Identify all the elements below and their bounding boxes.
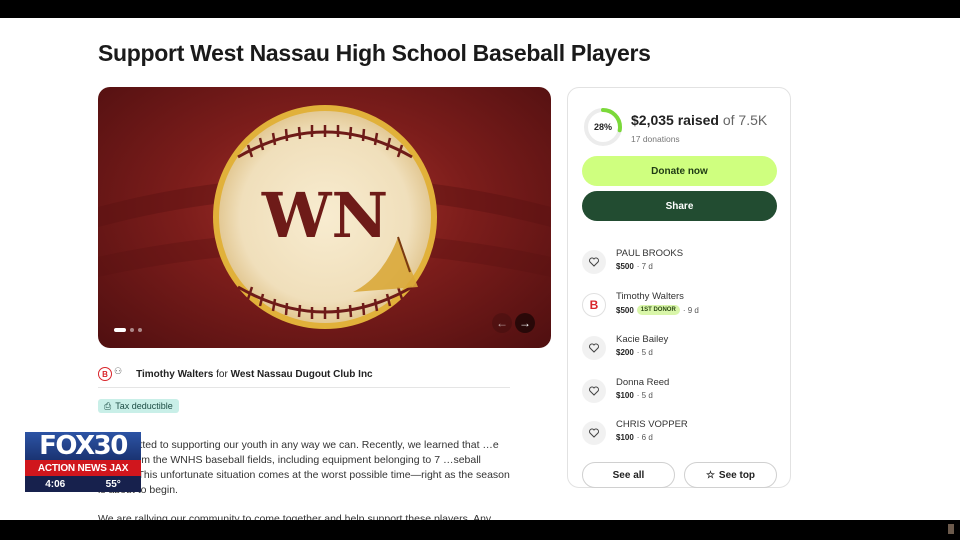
- donor-name: Kacie Bailey: [616, 334, 669, 345]
- organizer-org[interactable]: West Nassau Dugout Club Inc: [231, 369, 373, 380]
- heart-hand-icon: [582, 336, 606, 360]
- news-overlay: FOX30 ACTION NEWS JAX 4:06 55°: [25, 431, 141, 492]
- browser-viewport: Support West Nassau High School Baseball…: [0, 18, 960, 520]
- heart-hand-icon: [582, 379, 606, 403]
- donate-now-button[interactable]: Donate now: [582, 156, 777, 186]
- receipt-icon: ⎙: [104, 400, 112, 411]
- story-paragraph: …committed to supporting our youth in an…: [98, 439, 510, 496]
- donor-time: · 5 d: [636, 391, 653, 400]
- see-all-label: See all: [612, 469, 645, 481]
- donor-time: · 5 d: [636, 348, 653, 357]
- organizer-connector: for: [216, 368, 228, 380]
- heart-hand-icon: [582, 421, 606, 445]
- progress-percent: 28%: [593, 122, 612, 132]
- donor-amount: $100: [616, 391, 634, 400]
- share-button[interactable]: Share: [582, 191, 777, 221]
- carousel-dots[interactable]: [114, 328, 142, 332]
- donor-item: Kacie Bailey $200 · 5 d: [582, 334, 668, 364]
- donor-amount: $500: [616, 262, 634, 271]
- donor-item: B Timothy Walters $500 1ST DONOR · 9 d: [582, 291, 699, 321]
- raised-amount: $2,035 raised of 7.5K: [631, 112, 767, 128]
- corner-thumbnail: [948, 524, 954, 534]
- carousel-prev-button[interactable]: ←: [492, 313, 512, 333]
- see-top-button[interactable]: ☆ See top: [684, 462, 777, 488]
- news-time: 4:06: [45, 478, 66, 490]
- donor-name: PAUL BROOKS: [616, 248, 684, 259]
- organizer-text: Timothy Walters for West Nassau Dugout C…: [136, 369, 373, 380]
- donor-item: CHRIS VOPPER $100 · 6 d: [582, 419, 688, 449]
- donor-name: Donna Reed: [616, 377, 670, 388]
- organizer-row: B ⚇ Timothy Walters for West Nassau Dugo…: [98, 361, 510, 388]
- donor-item: Donna Reed $100 · 5 d: [582, 377, 669, 407]
- news-temp: 55°: [105, 478, 121, 490]
- carousel-dot-2[interactable]: [130, 328, 134, 332]
- donor-name: CHRIS VOPPER: [616, 419, 688, 430]
- donor-time: · 9 d: [682, 305, 699, 315]
- arrow-right-icon: →: [519, 316, 531, 330]
- raised-amount-value: $2,035 raised: [631, 112, 719, 128]
- tax-deductible-badge: ⎙ Tax deductible: [98, 399, 179, 413]
- carousel-next-button[interactable]: →: [515, 313, 535, 333]
- fundraiser-story: …committed to supporting our youth in an…: [98, 438, 510, 520]
- news-bar: ACTION NEWS JAX: [25, 460, 141, 476]
- donor-amount: $200: [616, 348, 634, 357]
- donor-name: Timothy Walters: [616, 291, 684, 302]
- donor-time: · 7 d: [636, 262, 653, 271]
- arrow-left-icon: ←: [496, 316, 508, 330]
- donor-time: · 6 d: [636, 433, 653, 442]
- baseball-logo-image: WN: [98, 105, 551, 329]
- see-top-label: See top: [718, 469, 756, 481]
- first-donor-badge: 1ST DONOR: [636, 305, 680, 315]
- brand-avatar-letter: B: [589, 298, 599, 312]
- carousel-dot-3[interactable]: [138, 328, 142, 332]
- donor-item: PAUL BROOKS $500 · 7 d: [582, 248, 683, 278]
- page-title: Support West Nassau High School Baseball…: [98, 40, 651, 66]
- tax-deductible-label: Tax deductible: [115, 401, 173, 411]
- star-icon: ☆: [705, 469, 715, 481]
- news-info: 4:06 55°: [25, 476, 141, 492]
- see-all-button[interactable]: See all: [582, 462, 675, 488]
- donation-count: 17 donations: [631, 134, 680, 144]
- donation-card: 28% $2,035 raised of 7.5K 17 donations D…: [567, 87, 791, 488]
- carousel-dot-1[interactable]: [114, 328, 126, 332]
- organizer-avatar[interactable]: B: [98, 367, 112, 381]
- donor-amount: $100: [616, 433, 634, 442]
- brand-avatar-icon: B: [582, 293, 606, 317]
- bottom-black-bar: [0, 520, 960, 540]
- story-paragraph: We are rallying our community to come to…: [98, 513, 492, 520]
- donor-amount: $500: [616, 305, 634, 315]
- person-icon: ⚇: [114, 365, 123, 376]
- goal-amount: of 7.5K: [722, 112, 768, 128]
- wn-logo-text: WN: [261, 179, 388, 252]
- news-logo: FOX30: [25, 431, 141, 461]
- organizer-name[interactable]: Timothy Walters: [136, 369, 213, 380]
- heart-hand-icon: [582, 250, 606, 274]
- hero-image[interactable]: WN ← →: [98, 87, 551, 348]
